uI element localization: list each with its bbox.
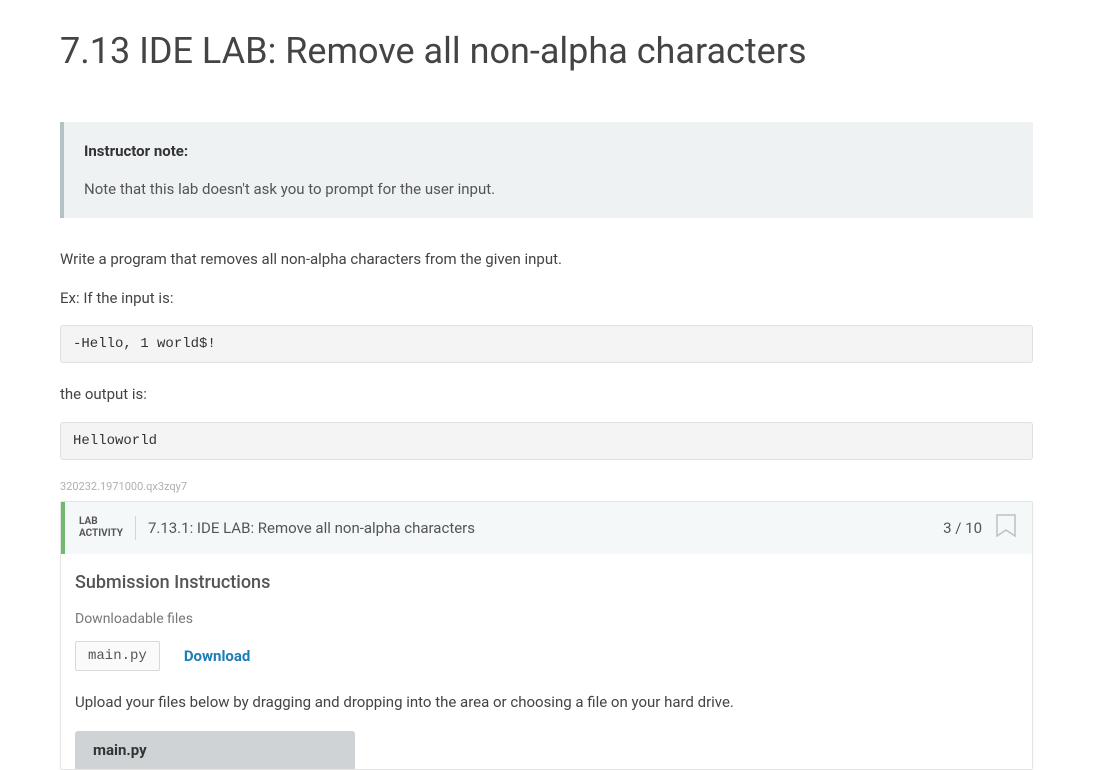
lab-badge-line1: LAB <box>79 516 123 528</box>
reference-id: 320232.1971000.qx3zqy7 <box>60 480 1033 493</box>
example-output-code: Helloworld <box>60 422 1033 460</box>
download-row: main.py Download <box>75 641 1018 671</box>
upload-instruction: Upload your files below by dragging and … <box>75 693 1018 711</box>
download-link[interactable]: Download <box>184 647 251 665</box>
lab-header: LAB ACTIVITY 7.13.1: IDE LAB: Remove all… <box>61 502 1032 554</box>
example-input-code: -Hello, 1 world$! <box>60 325 1033 363</box>
lab-body: Submission Instructions Downloadable fil… <box>61 554 1032 769</box>
problem-description: Write a program that removes all non-alp… <box>60 248 1033 271</box>
downloadable-label: Downloadable files <box>75 611 1018 627</box>
instructor-note-body: Note that this lab doesn't ask you to pr… <box>84 180 1013 198</box>
lab-score: 3 / 10 <box>943 519 982 537</box>
instructor-note: Instructor note: Note that this lab does… <box>60 122 1033 218</box>
example-input-label: Ex: If the input is: <box>60 287 1033 310</box>
lab-panel: LAB ACTIVITY 7.13.1: IDE LAB: Remove all… <box>60 501 1033 770</box>
example-output-label: the output is: <box>60 383 1033 406</box>
bookmark-icon[interactable] <box>994 514 1018 542</box>
instructor-note-heading: Instructor note: <box>84 142 1013 160</box>
lab-badge-line2: ACTIVITY <box>79 528 123 540</box>
lab-activity-badge: LAB ACTIVITY <box>79 516 136 540</box>
submission-heading: Submission Instructions <box>75 572 1018 593</box>
lab-title: 7.13.1: IDE LAB: Remove all non-alpha ch… <box>148 519 475 537</box>
page-title: 7.13 IDE LAB: Remove all non-alpha chara… <box>60 30 1033 72</box>
file-chip: main.py <box>75 641 160 671</box>
upload-tab[interactable]: main.py <box>75 731 355 769</box>
